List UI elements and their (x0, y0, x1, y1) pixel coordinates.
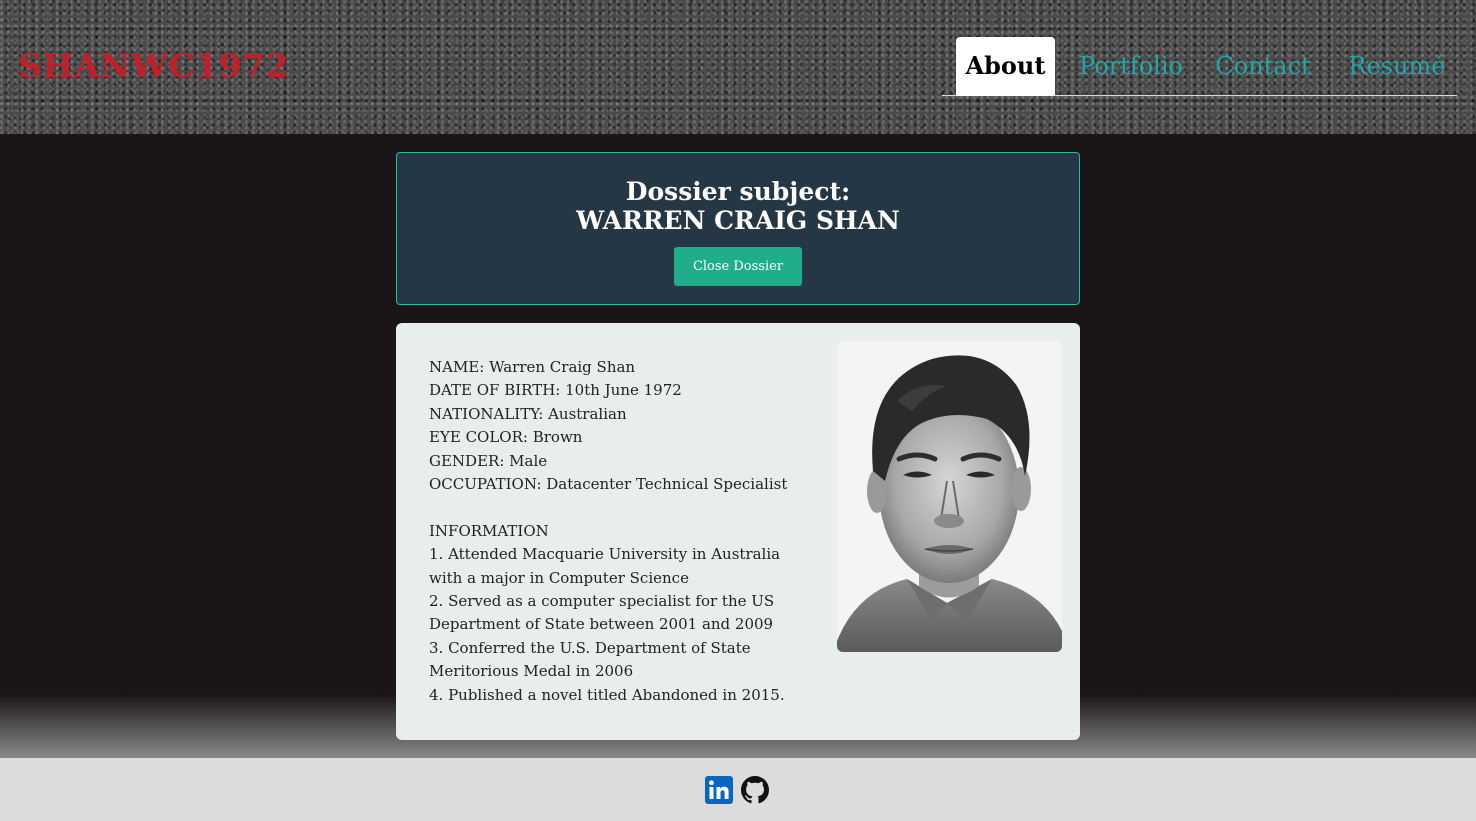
info-line: 3. Conferred the U.S. Department of Stat… (429, 638, 751, 657)
nav-resume[interactable]: Resumé (1339, 37, 1455, 96)
info-line: Meritorious Medal in 2006 (429, 662, 634, 681)
info-heading: INFORMATION (429, 521, 549, 540)
site-logo[interactable]: SHANWC1972 (18, 46, 289, 86)
site-header: SHANWC1972 About Portfolio Contact Resum… (0, 0, 1476, 134)
profile-field-occupation: OCCUPATION: Datacenter Technical Special… (429, 475, 788, 494)
close-dossier-button[interactable]: Close Dossier (674, 247, 802, 286)
site-footer (0, 758, 1476, 821)
linkedin-icon[interactable] (705, 776, 733, 804)
profile-text: NAME: Warren Craig Shan DATE OF BIRTH: 1… (429, 356, 799, 707)
main-nav: About Portfolio Contact Resumé (942, 37, 1457, 96)
portrait-illustration (837, 341, 1062, 652)
dossier-info-card: NAME: Warren Craig Shan DATE OF BIRTH: 1… (396, 323, 1080, 740)
info-line: 2. Served as a computer specialist for t… (429, 592, 775, 611)
profile-field-dob: DATE OF BIRTH: 10th June 1972 (429, 381, 682, 400)
github-icon[interactable] (741, 776, 769, 804)
profile-field-gender: GENDER: Male (429, 451, 548, 470)
info-line: 1. Attended Macquarie University in Aust… (429, 545, 781, 564)
dossier-title: Dossier subject: WARREN CRAIG SHAN (397, 177, 1079, 235)
profile-field-eye-color: EYE COLOR: Brown (429, 428, 583, 447)
linkedin-icon-graphic (705, 776, 733, 804)
info-line: with a major in Computer Science (429, 568, 689, 587)
dossier-subject-name: WARREN CRAIG SHAN (576, 206, 900, 235)
nav-contact[interactable]: Contact (1208, 37, 1318, 96)
dossier-header-card: Dossier subject: WARREN CRAIG SHAN Close… (396, 152, 1080, 305)
page: SHANWC1972 About Portfolio Contact Resum… (0, 0, 1476, 821)
info-line: 4. Published a novel titled Abandoned in… (429, 685, 785, 704)
profile-photo (837, 341, 1062, 652)
profile-field-name: NAME: Warren Craig Shan (429, 358, 636, 376)
nav-portfolio[interactable]: Portfolio (1070, 37, 1192, 96)
info-line: Department of State between 2001 and 200… (429, 615, 774, 634)
profile-field-nationality: NATIONALITY: Australian (429, 404, 627, 423)
dossier-title-line1: Dossier subject: (625, 177, 851, 206)
nav-about[interactable]: About (956, 37, 1055, 96)
github-icon-graphic (741, 776, 769, 804)
